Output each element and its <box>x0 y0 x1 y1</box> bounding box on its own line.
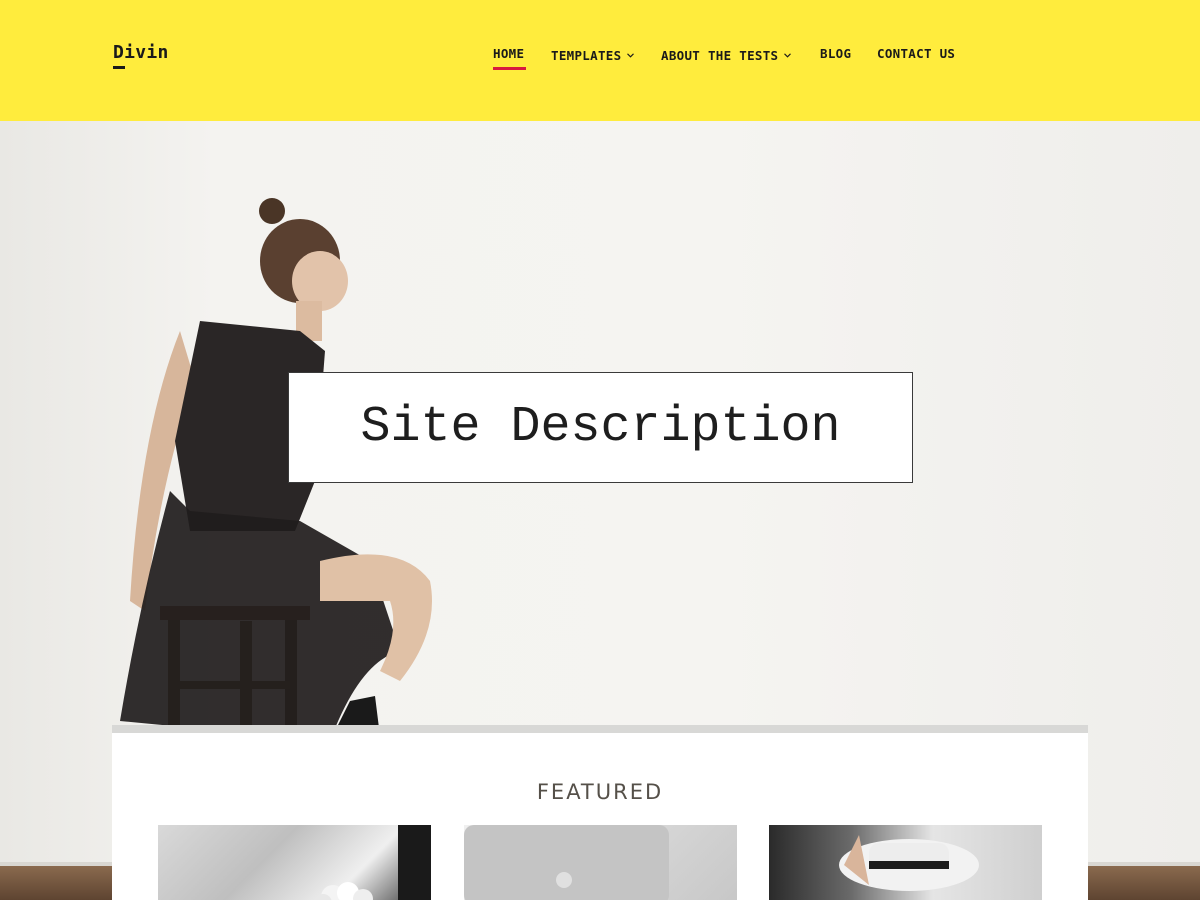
laptop-image <box>464 825 669 900</box>
woman-hat-image <box>839 835 979 891</box>
nav-item-label: TEMPLATES <box>551 48 622 63</box>
logo-underline <box>113 66 125 69</box>
featured-top-edge <box>112 725 1088 733</box>
featured-thumbnail-laptop[interactable] <box>464 825 737 900</box>
site-description: Site Description <box>360 399 841 456</box>
nav-item-label: CONTACT US <box>877 46 956 61</box>
nav-item-about-the-tests[interactable]: ABOUT THE TESTS <box>661 46 792 63</box>
nav-item-label: HOME <box>493 46 525 61</box>
featured-thumbnail-flowers[interactable] <box>158 825 431 900</box>
nav-item-label: ABOUT THE TESTS <box>661 48 779 63</box>
nav-item-home[interactable]: HOME <box>493 46 524 61</box>
featured-section: FEATURED <box>112 733 1088 900</box>
featured-title: FEATURED <box>536 780 664 804</box>
site-header: Divin HOME TEMPLATES ABOUT THE TESTS BLO… <box>0 0 1200 121</box>
chevron-down-icon <box>627 46 635 61</box>
nav-item-blog[interactable]: BLOG <box>820 46 851 61</box>
flowers-image <box>314 825 431 900</box>
chevron-down-icon <box>784 46 792 61</box>
nav-active-indicator <box>493 67 526 70</box>
nav-item-label: BLOG <box>820 46 852 61</box>
site-description-box: Site Description <box>288 372 913 483</box>
featured-thumbnail-woman-hat[interactable] <box>769 825 1042 900</box>
nav-item-templates[interactable]: TEMPLATES <box>551 46 635 63</box>
site-logo[interactable]: Divin <box>113 42 169 63</box>
nav-item-contact-us[interactable]: CONTACT US <box>877 46 955 61</box>
